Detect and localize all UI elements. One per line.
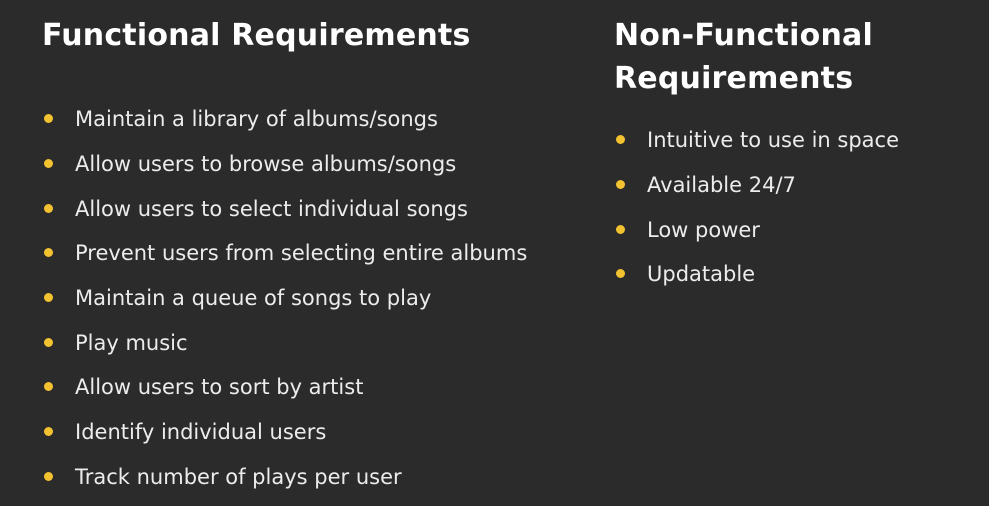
bullet-dot-icon: [44, 203, 53, 213]
list-item-text: Available 24/7: [647, 173, 796, 198]
bullet-dot-icon: [616, 180, 625, 190]
list-item: Maintain a queue of songs to play: [42, 276, 582, 321]
bullet-dot-icon: [44, 337, 53, 347]
heading-line-2: Requirements: [614, 61, 854, 96]
functional-requirements-column: Functional Requirements Maintain a libra…: [42, 14, 582, 499]
bullet-dot-icon: [44, 159, 53, 169]
bullet-dot-icon: [616, 224, 625, 234]
list-item-text: Track number of plays per user: [75, 464, 402, 489]
list-item-text: Low power: [647, 217, 760, 242]
list-item: Available 24/7: [614, 163, 974, 208]
list-item: Play music: [42, 320, 582, 365]
list-item: Prevent users from selecting entire albu…: [42, 231, 582, 276]
list-item: Allow users to browse albums/songs: [42, 142, 582, 187]
non-functional-requirements-column: Non-Functional Requirements Intuitive to…: [614, 14, 974, 297]
bullet-dot-icon: [616, 269, 625, 279]
bullet-dot-icon: [44, 248, 53, 258]
list-item-text: Identify individual users: [75, 420, 327, 445]
heading-line-1: Non-Functional: [614, 18, 873, 53]
bullet-dot-icon: [44, 471, 53, 481]
list-item: Maintain a library of albums/songs: [42, 97, 582, 142]
list-item-text: Allow users to browse albums/songs: [75, 152, 457, 177]
bullet-dot-icon: [616, 135, 625, 145]
bullet-dot-icon: [44, 293, 53, 303]
non-functional-requirements-heading: Non-Functional Requirements: [614, 14, 974, 100]
bullet-dot-icon: [44, 114, 53, 124]
list-item: Identify individual users: [42, 410, 582, 455]
list-item-text: Allow users to select individual songs: [75, 196, 468, 221]
bullet-dot-icon: [44, 382, 53, 392]
list-item: Allow users to select individual songs: [42, 186, 582, 231]
list-item: Updatable: [614, 252, 974, 297]
list-item-text: Intuitive to use in space: [647, 128, 899, 153]
bullet-dot-icon: [44, 427, 53, 437]
functional-requirements-heading: Functional Requirements: [42, 18, 471, 53]
list-item: Allow users to sort by artist: [42, 365, 582, 410]
list-item-text: Updatable: [647, 262, 756, 287]
non-functional-requirements-list: Intuitive to use in space Available 24/7…: [614, 118, 974, 297]
list-item-text: Maintain a queue of songs to play: [75, 286, 432, 311]
list-item-text: Maintain a library of albums/songs: [75, 107, 438, 132]
list-item: Low power: [614, 207, 974, 252]
list-item-text: Prevent users from selecting entire albu…: [75, 241, 528, 266]
list-item: Intuitive to use in space: [614, 118, 974, 163]
slide: Functional Requirements Maintain a libra…: [0, 0, 989, 506]
functional-requirements-list: Maintain a library of albums/songs Allow…: [42, 97, 582, 499]
list-item: Track number of plays per user: [42, 455, 582, 500]
list-item-text: Allow users to sort by artist: [75, 375, 364, 400]
list-item-text: Play music: [75, 330, 188, 355]
